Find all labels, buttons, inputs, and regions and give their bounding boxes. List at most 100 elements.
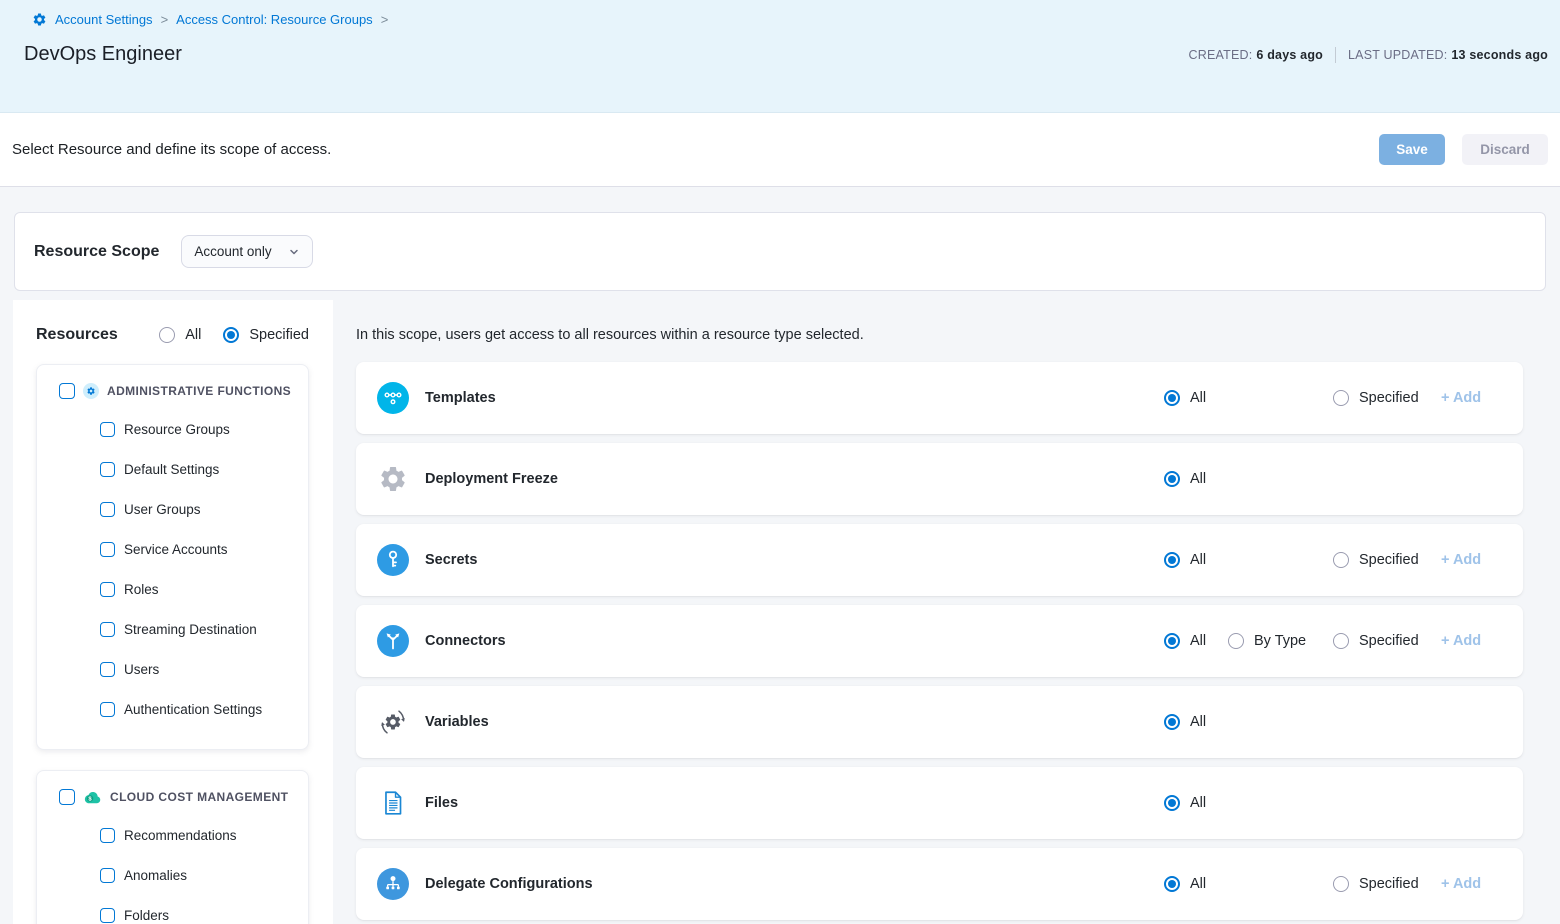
resource-row-label: Delegate Configurations <box>425 876 593 892</box>
radio-label: All <box>1190 390 1206 406</box>
radio-dot <box>1164 795 1180 811</box>
resources-title: Resources <box>36 326 118 344</box>
checkbox <box>100 622 115 637</box>
radio-dot <box>1333 552 1349 568</box>
radio-dot <box>1333 876 1349 892</box>
checkbox-resource-groups[interactable]: Resource Groups <box>37 409 308 449</box>
radio-dot <box>1164 633 1180 649</box>
resource-types-panel: In this scope, users get access to all r… <box>333 300 1560 924</box>
radio-dot <box>1228 633 1244 649</box>
radio-label: All <box>1190 795 1206 811</box>
created-label: CREATED: <box>1189 48 1253 62</box>
created-value: 6 days ago <box>1256 48 1323 62</box>
radio-dot <box>1333 390 1349 406</box>
templates-icon <box>377 382 409 414</box>
radio-all[interactable]: All <box>1164 876 1228 892</box>
radio-specified[interactable]: Specified <box>1333 552 1441 568</box>
radio-dot <box>1164 471 1180 487</box>
radio-specified[interactable]: Specified <box>1333 876 1441 892</box>
section-header[interactable]: ADMINISTRATIVE FUNCTIONS <box>37 383 308 399</box>
resource-row-secrets: Secrets All Specified + Add <box>356 524 1523 596</box>
checkbox <box>100 542 115 557</box>
resource-row-label: Variables <box>425 714 489 730</box>
checkbox <box>100 662 115 677</box>
checkbox-users[interactable]: Users <box>37 649 308 689</box>
radio-dot <box>1164 552 1180 568</box>
checkbox <box>100 462 115 477</box>
gear-icon <box>32 12 47 27</box>
resource-row-deployment-freeze: Deployment Freeze All <box>356 443 1523 515</box>
radio-label: All <box>1190 633 1206 649</box>
page-title: DevOps Engineer <box>24 43 182 66</box>
checkbox <box>100 702 115 717</box>
radio-all[interactable]: All <box>1164 714 1228 730</box>
breadcrumb-account-settings[interactable]: Account Settings <box>55 12 153 27</box>
checkbox <box>100 828 115 843</box>
radio-all[interactable]: All <box>1164 633 1228 649</box>
checkbox-folders[interactable]: Folders <box>37 895 308 924</box>
cloud-cost-icon: $ <box>83 789 102 805</box>
resource-scope-value: Account only <box>194 244 271 259</box>
checkbox-authentication-settings[interactable]: Authentication Settings <box>37 689 308 729</box>
radio-dot <box>1164 390 1180 406</box>
radio-specified[interactable]: Specified <box>1333 390 1441 406</box>
checkbox <box>59 383 75 399</box>
updated-label: LAST UPDATED: <box>1348 48 1447 62</box>
resource-scope-label: Resource Scope <box>34 243 159 261</box>
discard-button[interactable]: Discard <box>1462 134 1548 165</box>
radio-by-type[interactable]: By Type <box>1228 633 1333 649</box>
resource-row-label: Deployment Freeze <box>425 471 558 487</box>
add-link[interactable]: + Add <box>1441 633 1493 649</box>
radio-all[interactable]: All <box>1164 471 1228 487</box>
secrets-icon <box>377 544 409 576</box>
checkbox-streaming-destination[interactable]: Streaming Destination <box>37 609 308 649</box>
resource-row-label: Files <box>425 795 458 811</box>
radio-dot <box>1164 714 1180 730</box>
deployment-freeze-icon <box>377 463 409 495</box>
checkbox <box>100 502 115 517</box>
radio-resources-specified[interactable]: Specified <box>223 327 309 343</box>
radio-specified[interactable]: Specified <box>1333 633 1441 649</box>
toolbar-description: Select Resource and define its scope of … <box>12 141 331 158</box>
section-header[interactable]: $ CLOUD COST MANAGEMENT <box>37 789 308 805</box>
checkbox <box>100 908 115 923</box>
add-link[interactable]: + Add <box>1441 390 1493 406</box>
save-button[interactable]: Save <box>1379 134 1445 165</box>
resource-scope-dropdown[interactable]: Account only <box>181 235 313 268</box>
radio-label: All <box>1190 714 1206 730</box>
checkbox-service-accounts[interactable]: Service Accounts <box>37 529 308 569</box>
radio-label: Specified <box>1359 633 1419 649</box>
radio-label: All <box>185 327 201 343</box>
radio-all[interactable]: All <box>1164 552 1228 568</box>
section-cloud-cost-management: $ CLOUD COST MANAGEMENT Recommendations … <box>36 770 309 924</box>
resource-row-templates: Templates All Specified + Add <box>356 362 1523 434</box>
resources-sidebar: Resources All Specified ADMINISTRATIVE F… <box>13 300 333 924</box>
radio-dot <box>223 327 239 343</box>
breadcrumb-resource-groups[interactable]: Access Control: Resource Groups <box>176 12 373 27</box>
checkbox-user-groups[interactable]: User Groups <box>37 489 308 529</box>
resource-scope-card: Resource Scope Account only <box>14 212 1546 291</box>
delegate-configurations-icon <box>377 868 409 900</box>
checkbox <box>100 582 115 597</box>
radio-resources-all[interactable]: All <box>159 327 201 343</box>
chevron-down-icon <box>288 246 300 258</box>
checkbox-anomalies[interactable]: Anomalies <box>37 855 308 895</box>
radio-label: All <box>1190 552 1206 568</box>
radio-all[interactable]: All <box>1164 795 1228 811</box>
checkbox-roles[interactable]: Roles <box>37 569 308 609</box>
add-link[interactable]: + Add <box>1441 552 1493 568</box>
page-header: Account Settings > Access Control: Resou… <box>0 0 1560 113</box>
divider <box>1335 47 1336 63</box>
resource-row-label: Connectors <box>425 633 506 649</box>
radio-dot <box>1333 633 1349 649</box>
breadcrumb-separator: > <box>161 12 169 27</box>
radio-all[interactable]: All <box>1164 390 1228 406</box>
section-label: ADMINISTRATIVE FUNCTIONS <box>107 384 291 398</box>
checkbox-default-settings[interactable]: Default Settings <box>37 449 308 489</box>
resource-row-files: Files All <box>356 767 1523 839</box>
radio-label: Specified <box>1359 552 1419 568</box>
variables-icon <box>377 706 409 738</box>
add-link[interactable]: + Add <box>1441 876 1493 892</box>
radio-label: Specified <box>1359 390 1419 406</box>
checkbox-recommendations[interactable]: Recommendations <box>37 815 308 855</box>
